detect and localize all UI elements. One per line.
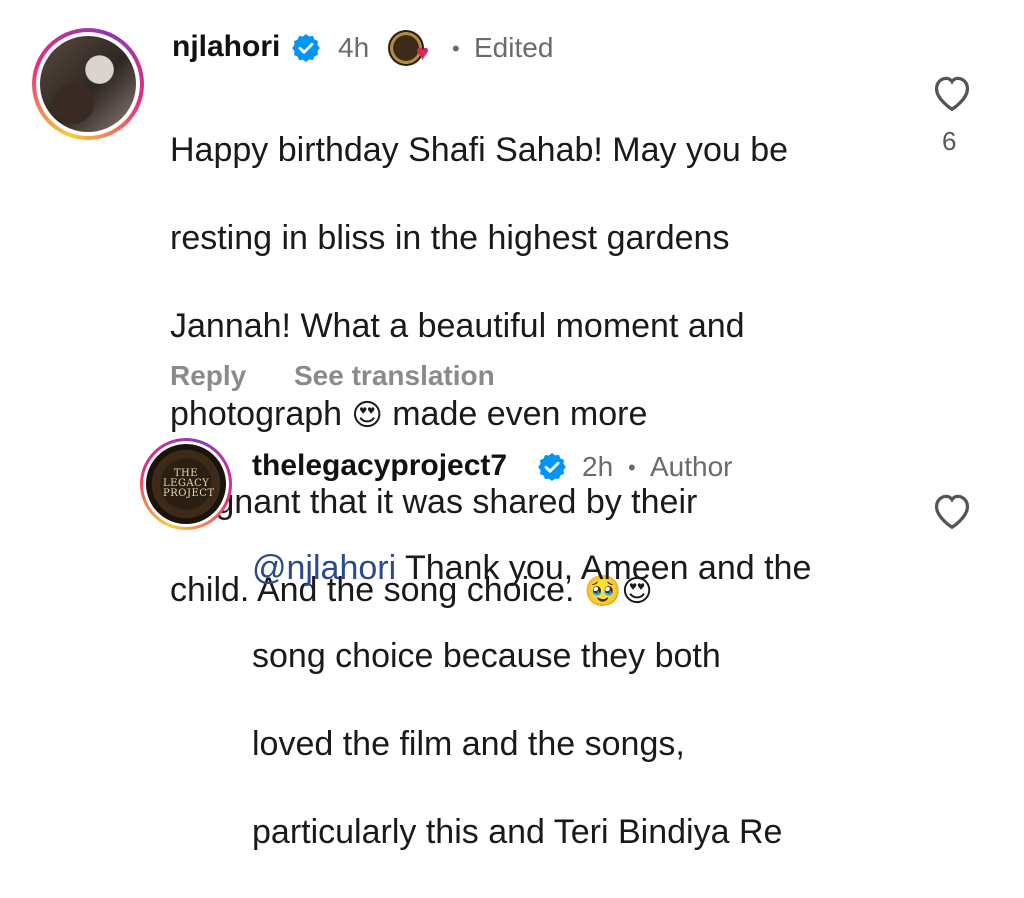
reply-line-1: @njlahori Thank you, Ameen and the — [252, 546, 912, 590]
reply-line-4: particularly this and Teri Bindiya Re — [252, 813, 783, 851]
comment-line-2: resting in bliss in the highest gardens — [170, 219, 730, 257]
separator-dot: • — [628, 455, 636, 480]
reply-time: 2h — [582, 451, 614, 482]
verified-badge-icon — [538, 453, 566, 481]
avatar-border: THE LEGACY PROJECT — [143, 441, 229, 527]
reply-username[interactable]: thelegacyproject7 — [252, 449, 507, 483]
comment-line-4-text: photograph — [170, 395, 343, 433]
heart-emoji-icon: ♥ — [416, 40, 430, 65]
reply-line-1-text: Thank you, Ameen and the — [396, 549, 812, 587]
comment-line-1: Happy birthday Shafi Sahab! May you be — [170, 131, 789, 169]
comment-line-3: Jannah! What a beautiful moment and — [170, 307, 745, 345]
avatar-border — [36, 32, 140, 136]
heart-outline-icon[interactable] — [930, 72, 974, 112]
mention-link[interactable]: @njlahori — [252, 549, 396, 587]
comment-edited: Edited — [474, 32, 554, 63]
heart-eyes-emoji: 😍 — [351, 399, 383, 433]
separator-dot: • — [452, 36, 460, 61]
avatar-logo-text: THE LEGACY PROJECT — [163, 468, 215, 499]
reply-text: @njlahori Thank you, Ameen and the song … — [252, 502, 912, 898]
reply-button[interactable]: Reply — [170, 360, 246, 392]
like-count: 6 — [942, 126, 957, 156]
comment-username[interactable]: njlahori — [172, 30, 280, 64]
verified-badge-icon — [292, 34, 320, 62]
comment-line-4: photograph 😍 made even more — [170, 392, 900, 436]
see-translation-button[interactable]: See translation — [294, 360, 495, 392]
reply-line-2: song choice because they both — [252, 637, 721, 675]
avatar-njlahori[interactable] — [32, 28, 144, 140]
avatar-photo — [40, 36, 136, 132]
avatar-thelegacyproject7[interactable]: THE LEGACY PROJECT — [140, 438, 232, 530]
comment-line-4-cont: made even more — [392, 395, 648, 433]
comment-time: 4h — [338, 32, 370, 63]
reply-role: Author — [650, 451, 733, 482]
avatar-photo: THE LEGACY PROJECT — [146, 444, 226, 524]
heart-outline-icon[interactable] — [930, 490, 974, 530]
reply-line-3: loved the film and the songs, — [252, 725, 685, 763]
